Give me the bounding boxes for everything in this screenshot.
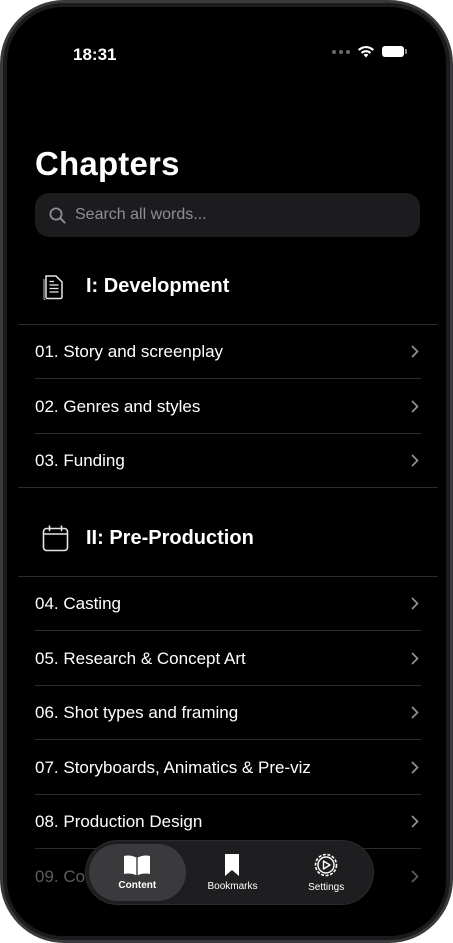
chapter-label: 07. Storyboards, Animatics & Pre-viz	[35, 757, 311, 777]
chapter-label: 06. Shot types and framing	[35, 702, 239, 722]
wifi-icon	[358, 45, 374, 58]
chevron-right-icon	[411, 454, 419, 467]
device-frame: 18:31 Chapters I: Development 0	[0, 0, 453, 943]
status-icons	[332, 45, 407, 58]
book-icon	[124, 855, 151, 876]
calendar-icon	[42, 524, 69, 551]
tab-bookmarks[interactable]: Bookmarks	[186, 841, 280, 904]
chapter-row-01[interactable]: 01. Story and screenplay	[35, 325, 421, 379]
search-icon	[49, 207, 66, 224]
chevron-right-icon	[411, 870, 419, 883]
chapter-label: 08. Production Design	[35, 811, 203, 831]
chapter-label: 02. Genres and styles	[35, 396, 201, 416]
tab-bar: Content Bookmarks Settings	[86, 841, 373, 904]
chapter-row-03[interactable]: 03. Funding	[35, 434, 421, 488]
section-header-development: I: Development	[7, 253, 446, 319]
chapter-label: 03. Funding	[35, 451, 125, 470]
tab-settings[interactable]: Settings	[279, 841, 373, 904]
tab-label: Content	[118, 880, 157, 891]
chapter-label: 09. Co	[35, 867, 86, 886]
tab-label: Bookmarks	[207, 881, 258, 892]
chevron-right-icon	[411, 652, 419, 665]
search-bar[interactable]	[35, 193, 420, 237]
app-screen: 18:31 Chapters I: Development 0	[7, 7, 446, 936]
battery-icon	[382, 46, 407, 57]
chevron-right-icon	[411, 761, 419, 774]
bookmark-icon	[225, 854, 240, 876]
status-time: 18:31	[73, 45, 117, 64]
chevron-right-icon	[411, 597, 419, 610]
chapter-label: 01. Story and screenplay	[35, 341, 224, 361]
chapter-row-07[interactable]: 07. Storyboards, Animatics & Pre-viz	[35, 741, 421, 795]
chevron-right-icon	[411, 815, 419, 828]
chevron-right-icon	[411, 706, 419, 719]
cellular-signal-icon	[332, 49, 350, 54]
section-title: II: Pre-Production	[86, 526, 254, 549]
chevron-right-icon	[411, 400, 419, 413]
chapter-row-06[interactable]: 06. Shot types and framing	[35, 686, 421, 740]
section-header-pre-production: II: Pre-Production	[7, 505, 446, 571]
chapter-label: 05. Research & Concept Art	[35, 648, 246, 668]
device-frame-inner: 18:31 Chapters I: Development 0	[3, 3, 450, 940]
chapter-label: 04. Casting	[35, 593, 121, 613]
chapter-row-05[interactable]: 05. Research & Concept Art	[35, 632, 421, 686]
chapter-row-02[interactable]: 02. Genres and styles	[35, 380, 421, 434]
section-title: I: Development	[86, 274, 230, 297]
chapter-row-04[interactable]: 04. Casting	[35, 577, 421, 631]
section-divider	[18, 487, 438, 488]
tab-content[interactable]: Content	[89, 844, 186, 901]
gear-icon	[314, 853, 338, 877]
page-title: Chapters	[35, 145, 180, 182]
search-input[interactable]	[75, 206, 375, 224]
chevron-right-icon	[411, 345, 419, 358]
document-icon	[43, 275, 63, 300]
tab-label: Settings	[308, 882, 345, 893]
